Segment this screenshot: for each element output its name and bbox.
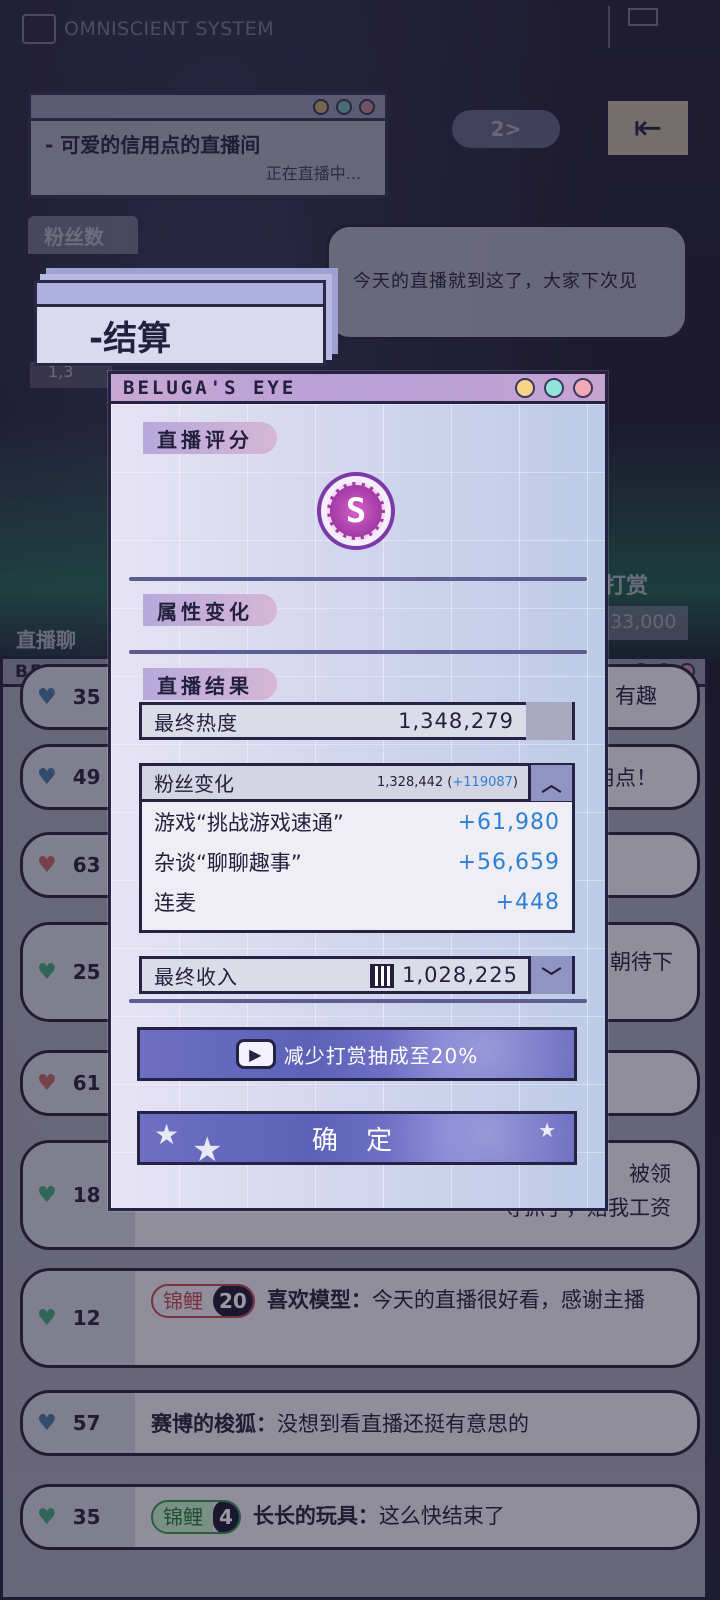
window-dot-pink-icon <box>573 378 593 398</box>
confirm-label: 确 定 <box>311 1125 403 1156</box>
final-income-row: 最终收入 1,028,225 ﹀ <box>139 956 575 994</box>
fans-change-panel: 粉丝变化 1,328,442 (+119087) ︿ 游戏“挑战游戏速通” +6… <box>139 763 575 933</box>
final-income-label: 最终收入 <box>154 964 238 989</box>
fans-item: 游戏“挑战游戏速通” +61,980 <box>142 802 572 842</box>
fans-change-label: 粉丝变化 <box>154 772 234 796</box>
grade-badge: S <box>317 472 395 550</box>
fans-delta: +119087 <box>452 775 513 790</box>
dialog-title-bar: BELUGA'S EYE <box>111 374 605 404</box>
divider <box>129 999 587 1003</box>
settlement-label: -结算 <box>89 319 172 359</box>
settlement-tag: -结算 <box>34 280 326 366</box>
tv-icon: ▶ <box>235 1039 276 1069</box>
fans-item: 连麦 +448 <box>142 882 572 922</box>
chevron-down-icon: ﹀ <box>541 964 562 989</box>
final-heat-label: 最终热度 <box>154 710 238 735</box>
confirm-button[interactable]: ★ ★ ★ 确 定 <box>137 1111 577 1170</box>
star-icon: ★ <box>538 1118 566 1142</box>
fans-item-value: +56,659 <box>457 849 560 875</box>
final-income-value: 1,028,225 <box>402 962 518 987</box>
grade-letter: S <box>327 482 385 540</box>
chevron-up-icon: ︿ <box>541 772 562 796</box>
divider <box>129 650 587 654</box>
fans-item-label: 游戏“挑战游戏速通” <box>154 811 344 835</box>
final-heat-row: 最终热度 1,348,279 <box>139 702 575 740</box>
fans-item-label: 杂谈“聊聊趣事” <box>154 851 302 875</box>
fans-item-value: +448 <box>495 889 560 915</box>
dialog-title: BELUGA'S EYE <box>123 377 297 399</box>
reduce-commission-label: 减少打赏抽成至20% <box>283 1043 479 1068</box>
fans-total-value: 1,328,442 <box>377 775 444 790</box>
fans-total: 1,328,442 (+119087) <box>377 775 518 790</box>
final-heat-value: 1,348,279 <box>398 709 514 733</box>
fans-item: 杂谈“聊聊趣事” +56,659 <box>142 842 572 882</box>
section-attr-heading: 属性变化 <box>143 594 277 626</box>
currency-icon <box>370 963 395 988</box>
row-cap <box>526 702 572 740</box>
divider <box>129 577 587 581</box>
window-dot-green-icon <box>544 378 564 398</box>
star-icon: ★ <box>154 1118 190 1151</box>
fans-item-label: 连麦 <box>154 891 196 915</box>
section-score-heading: 直播评分 <box>143 422 277 454</box>
collapse-button[interactable]: ︿ <box>528 764 572 801</box>
section-result-heading: 直播结果 <box>143 668 277 700</box>
window-dot-yellow-icon <box>515 378 535 398</box>
final-income-value-group: 1,028,225 <box>370 963 518 988</box>
settlement-dialog: BELUGA'S EYE 直播评分 S 属性变化 直播结果 最终热度 1,348… <box>108 371 608 1211</box>
fans-item-value: +61,980 <box>457 809 560 835</box>
star-icon: ★ <box>192 1130 233 1170</box>
reduce-commission-button[interactable]: ▶ 减少打赏抽成至20% <box>137 1027 577 1081</box>
expand-button[interactable]: ﹀ <box>528 956 572 994</box>
